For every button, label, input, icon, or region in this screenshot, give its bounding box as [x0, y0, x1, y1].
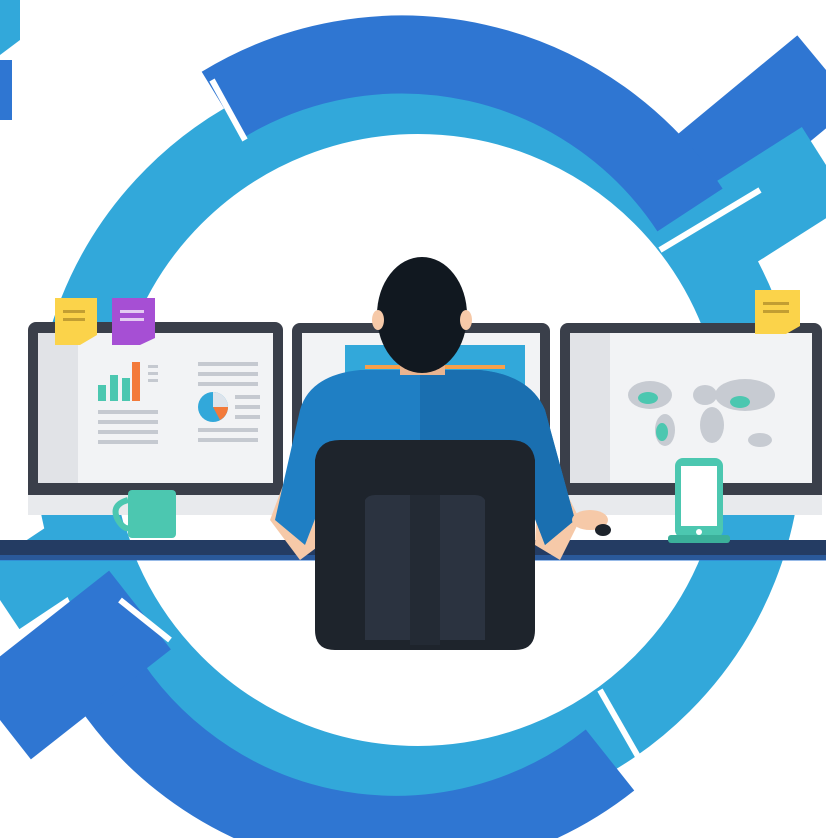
office-chair-icon: [315, 440, 535, 650]
left-monitor: [28, 322, 283, 515]
pie-chart-icon: [198, 392, 228, 422]
hair: [377, 257, 467, 373]
illustration: [0, 0, 826, 838]
sticky-note-icon: [55, 298, 97, 345]
corner-emblem: [0, 0, 20, 120]
smartphone-icon: [668, 458, 730, 543]
sticky-note-purple-icon: [112, 298, 155, 345]
sticky-note-right-icon: [755, 290, 800, 334]
